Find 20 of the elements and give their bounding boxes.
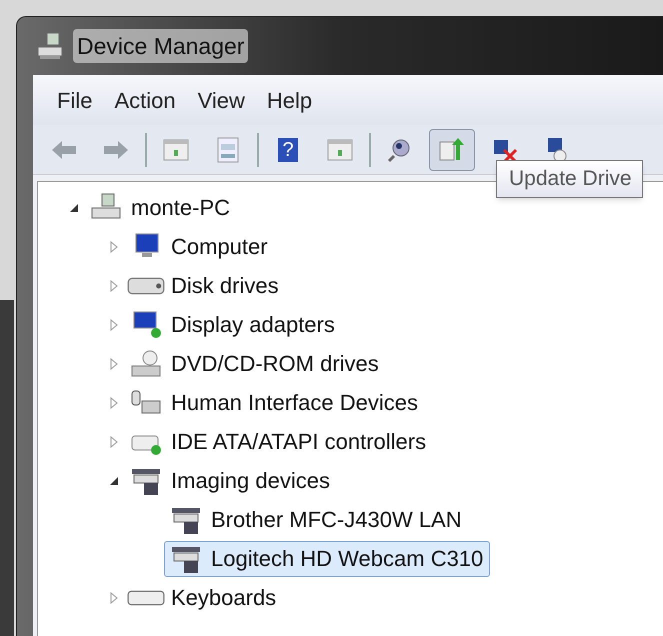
tree-item[interactable]: Logitech HD Webcam C310: [164, 540, 490, 576]
tree-item[interactable]: Keyboards: [124, 580, 284, 616]
tree-item[interactable]: DVD/CD-ROM drives: [124, 346, 386, 382]
disk-drive-icon: [127, 276, 165, 294]
tree-item[interactable]: Disk drives: [124, 268, 286, 304]
tooltip: Update Drive: [496, 160, 643, 198]
menu-item[interactable]: Help: [256, 80, 322, 120]
menu-item[interactable]: View: [188, 80, 255, 120]
keyboard-icon: [127, 590, 165, 606]
tree-item[interactable]: Display adapters: [124, 306, 342, 342]
tree-item[interactable]: IDE ATA/ATAPI controllers: [124, 424, 434, 460]
tree-item[interactable]: Computer: [124, 228, 275, 264]
menu-item[interactable]: File: [47, 80, 102, 120]
window-title: Device Manager: [73, 28, 248, 64]
tree-item[interactable]: monte-PC: [84, 190, 238, 226]
tree-item[interactable]: Imaging devices: [124, 462, 337, 498]
toolbar-button[interactable]: ?: [265, 128, 311, 170]
tree-item[interactable]: Human Interface Devices: [124, 384, 425, 420]
menu-item[interactable]: Action: [104, 80, 186, 120]
tree-item[interactable]: Brother MFC-J430W LAN: [164, 502, 469, 538]
